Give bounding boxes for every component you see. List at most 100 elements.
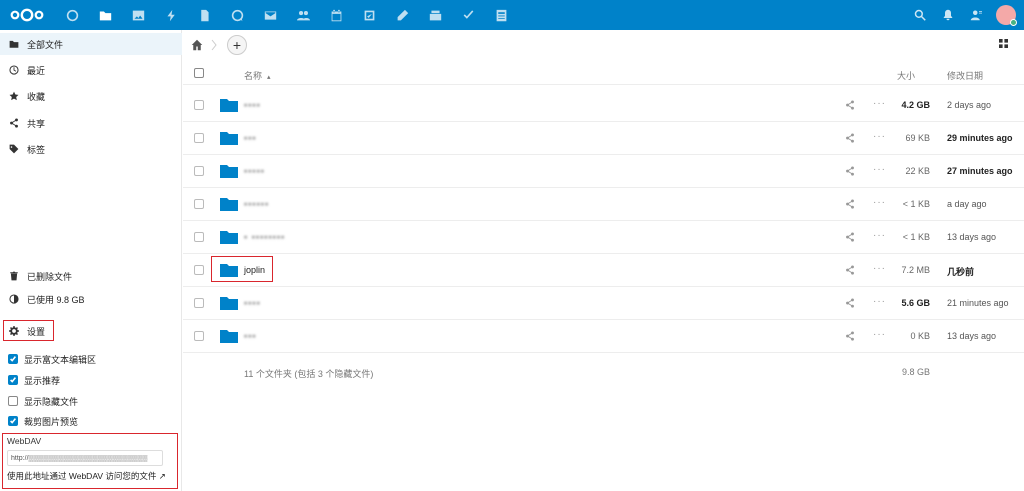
option-crop-previews[interactable]: 裁剪图片预览	[8, 413, 78, 429]
share-icon[interactable]	[845, 331, 855, 341]
new-button[interactable]: +	[227, 34, 247, 55]
select-all-checkbox[interactable]	[194, 68, 204, 78]
nextcloud-logo[interactable]	[8, 7, 46, 23]
more-actions-icon[interactable]: ···	[873, 263, 886, 274]
sidebar-item-label: 全部文件	[27, 39, 64, 50]
share-icon	[10, 118, 18, 128]
file-size: 69 KB	[905, 133, 930, 143]
more-actions-icon[interactable]: ···	[873, 98, 886, 109]
folder-icon	[9, 40, 19, 48]
sidebar-item-favorites[interactable]: 收藏	[0, 85, 182, 107]
sidebar-item-all-files[interactable]: 全部文件	[0, 33, 182, 55]
table-row[interactable]: ▪▪▪▪ ··· 5.6 GB 21 minutes ago	[183, 287, 1024, 320]
deck-icon[interactable]	[353, 0, 386, 30]
row-checkbox[interactable]	[194, 166, 204, 176]
table-row[interactable]: ▪ ▪▪▪▪▪▪▪▪ ··· < 1 KB 13 days ago	[183, 221, 1024, 254]
contacts-icon[interactable]	[287, 0, 320, 30]
grid-view-icon[interactable]	[999, 39, 1008, 48]
search-icon[interactable]	[906, 0, 934, 30]
table-row[interactable]: ▪▪▪ ··· 69 KB 29 minutes ago	[183, 122, 1024, 155]
more-actions-icon[interactable]: ···	[873, 296, 886, 307]
table-row[interactable]: ▪▪▪ ··· 0 KB 13 days ago	[183, 320, 1024, 353]
user-avatar[interactable]	[996, 5, 1017, 26]
sidebar-item-recent[interactable]: 最近	[0, 59, 182, 81]
checkbox[interactable]	[8, 375, 18, 385]
table-row[interactable]: joplin ··· 7.2 MB 几秒前	[183, 254, 1024, 287]
talk-icon[interactable]	[221, 0, 254, 30]
mail-icon[interactable]	[254, 0, 287, 30]
news-icon[interactable]	[485, 0, 518, 30]
row-checkbox[interactable]	[194, 133, 204, 143]
row-checkbox[interactable]	[194, 331, 204, 341]
file-name[interactable]: ▪ ▪▪▪▪▪▪▪▪	[244, 232, 285, 242]
share-icon[interactable]	[845, 298, 855, 308]
summary-size: 9.8 GB	[901, 367, 930, 377]
folder-icon	[220, 297, 238, 310]
share-icon[interactable]	[845, 100, 855, 110]
settings-button[interactable]: 设置	[0, 320, 54, 342]
webdav-help-link[interactable]: 使用此地址通过 WebDAV 访问您的文件 ↗	[7, 470, 173, 482]
summary-count: 11 个文件夹 (包括 3 个隐藏文件)	[244, 369, 374, 379]
checkbox[interactable]	[8, 416, 18, 426]
row-checkbox[interactable]	[194, 265, 204, 275]
share-icon[interactable]	[845, 133, 855, 143]
row-checkbox[interactable]	[194, 298, 204, 308]
file-name[interactable]: ▪▪▪▪▪	[244, 166, 265, 176]
share-icon[interactable]	[845, 199, 855, 209]
tasks-icon[interactable]	[419, 0, 452, 30]
checkbox[interactable]	[8, 396, 18, 406]
table-row[interactable]: ▪▪▪▪ ··· 4.2 GB 2 days ago	[183, 89, 1024, 122]
file-modified: 21 minutes ago	[947, 298, 1009, 308]
option-show-hidden-files[interactable]: 显示隐藏文件	[8, 393, 78, 409]
file-name[interactable]: ▪▪▪▪▪▪	[244, 199, 269, 209]
file-modified: 2 days ago	[947, 100, 992, 110]
tag-icon	[9, 144, 19, 154]
file-name[interactable]: ▪▪▪	[244, 331, 257, 341]
table-row[interactable]: ▪▪▪▪▪ ··· 22 KB 27 minutes ago	[183, 155, 1024, 188]
file-table-header: 名称 ▴ 大小 修改日期	[183, 63, 1024, 85]
column-modified[interactable]: 修改日期	[947, 69, 983, 82]
bell-icon[interactable]	[934, 0, 962, 30]
row-checkbox[interactable]	[194, 199, 204, 209]
checkbox[interactable]	[8, 354, 18, 364]
file-name[interactable]: ▪▪▪▪	[244, 100, 261, 110]
file-modified: 几秒前	[947, 267, 975, 277]
more-actions-icon[interactable]: ···	[873, 131, 886, 142]
more-actions-icon[interactable]: ···	[873, 230, 886, 241]
option-rich-editor[interactable]: 显示富文本编辑区	[8, 351, 96, 367]
share-icon[interactable]	[845, 265, 855, 275]
table-row[interactable]: ▪▪▪▪▪▪ ··· < 1 KB a day ago	[183, 188, 1024, 221]
more-actions-icon[interactable]: ···	[873, 164, 886, 175]
checklist-icon[interactable]	[452, 0, 485, 30]
contacts-menu-icon[interactable]	[962, 0, 990, 30]
notes-icon[interactable]	[188, 0, 221, 30]
file-name[interactable]: ▪▪▪▪	[244, 298, 261, 308]
file-modified: 29 minutes ago	[947, 133, 1013, 143]
home-icon[interactable]	[191, 39, 203, 51]
share-icon[interactable]	[845, 166, 855, 176]
files-main: + 名称 ▴ 大小 修改日期 ▪▪▪▪ ··· 4.2 GB 2 days ago ▪▪…	[183, 30, 1024, 491]
file-name[interactable]: ▪▪▪	[244, 133, 257, 143]
gear-icon	[9, 326, 19, 336]
text-icon[interactable]	[386, 0, 419, 30]
share-icon[interactable]	[845, 232, 855, 242]
sidebar-item-shares[interactable]: 共享	[0, 112, 182, 134]
calendar-icon[interactable]	[320, 0, 353, 30]
sidebar-item-tags[interactable]: 标签	[0, 138, 182, 160]
folder-icon	[220, 132, 238, 145]
files-icon[interactable]	[89, 0, 122, 30]
photos-icon[interactable]	[122, 0, 155, 30]
folder-icon	[220, 198, 238, 211]
option-show-recommendations[interactable]: 显示推荐	[8, 372, 60, 388]
webdav-url-field[interactable]	[7, 450, 163, 466]
file-modified: 27 minutes ago	[947, 166, 1013, 176]
dashboard-icon[interactable]	[56, 0, 89, 30]
row-checkbox[interactable]	[194, 232, 204, 242]
more-actions-icon[interactable]: ···	[873, 329, 886, 340]
column-size[interactable]: 大小	[897, 69, 915, 82]
activity-icon[interactable]	[155, 0, 188, 30]
row-checkbox[interactable]	[194, 100, 204, 110]
sidebar-item-deleted-files[interactable]: 已删除文件	[0, 265, 182, 287]
column-name[interactable]: 名称 ▴	[244, 69, 271, 82]
more-actions-icon[interactable]: ···	[873, 197, 886, 208]
